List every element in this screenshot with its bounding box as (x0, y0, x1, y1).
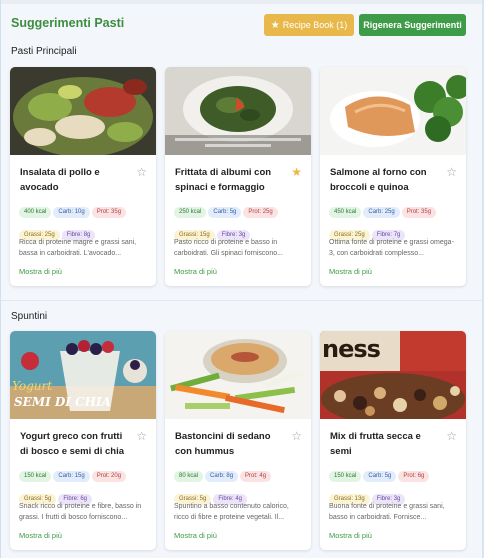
meal-description: Snack ricco di proteine e fibre, basso i… (19, 503, 142, 521)
meal-image: ness (320, 331, 466, 419)
meal-title: Frittata di albumi con spinaci e formagg… (175, 167, 272, 193)
meal-image (165, 67, 311, 155)
meal-image (165, 331, 311, 419)
top-strip (0, 0, 484, 4)
kcal-badge: 150 kcal (19, 471, 52, 482)
kcal-badge: 80 kcal (174, 471, 204, 482)
meal-card[interactable]: Frittata di albumi con spinaci e formagg… (165, 67, 311, 286)
kcal-badge: 450 kcal (329, 207, 362, 218)
meal-title: Yogurt greco con frutti di bosco e semi … (20, 431, 125, 457)
protein-badge: Prot: 6g (398, 471, 430, 482)
meal-title: Salmone al forno con broccoli e quinoa (330, 167, 427, 193)
section-divider (0, 300, 484, 301)
star-icon: ★ (270, 19, 280, 31)
protein-badge: Prot: 35g (401, 207, 437, 218)
protein-badge: Prot: 4g (240, 471, 272, 482)
meal-card[interactable]: Salmone al forno con broccoli e quinoa ☆… (320, 67, 466, 286)
show-more-link[interactable]: Mostra di più (174, 267, 217, 276)
meal-description: Ricca di proteine magre e grassi sani, b… (19, 239, 137, 257)
carb-badge: Carb: 25g (363, 207, 400, 218)
favorite-star-icon[interactable]: ★ (291, 165, 302, 179)
carb-badge: Carb: 8g (205, 471, 239, 482)
image-overlay-big: ness (322, 335, 381, 363)
kcal-badge: 150 kcal (329, 471, 362, 482)
meal-image (320, 67, 466, 155)
recipe-book-button[interactable]: ★ Recipe Book (1) (264, 14, 354, 36)
carb-badge: Carb: 5g (208, 207, 242, 218)
protein-badge: Prot: 35g (91, 207, 127, 218)
image-overlay-small: Yogurt (12, 379, 53, 393)
recipe-book-label: Recipe Book (1) (282, 20, 348, 30)
image-overlay-big: SEMI DI CHIA (14, 395, 111, 409)
meal-description: Pasto ricco di proteine e basso in carbo… (174, 239, 283, 257)
section-title-main-meals: Pasti Principali (11, 46, 77, 57)
meal-card[interactable]: Insalata di pollo e avocado ☆ 400 kcal Ca… (10, 67, 156, 286)
meal-card[interactable]: Bastoncini di sedano con hummus ☆ 80 kca… (165, 331, 311, 550)
show-more-link[interactable]: Mostra di più (19, 267, 62, 276)
meal-card[interactable]: Yogurt SEMI DI CHIA Yogurt greco con fru… (10, 331, 156, 550)
header: Suggerimenti Pasti ★ Recipe Book (1) Rig… (0, 6, 484, 42)
kcal-badge: 400 kcal (19, 207, 52, 218)
page-title: Suggerimenti Pasti (11, 16, 125, 30)
favorite-star-icon[interactable]: ☆ (446, 165, 457, 179)
meal-title: Bastoncini di sedano con hummus (175, 431, 271, 457)
meal-image: Yogurt SEMI DI CHIA (10, 331, 156, 419)
meal-image (10, 67, 156, 155)
show-more-link[interactable]: Mostra di più (174, 531, 217, 540)
protein-badge: Prot: 25g (243, 207, 278, 218)
regenerate-button[interactable]: Rigenera Suggerimenti (359, 14, 466, 36)
meal-card[interactable]: ness Mix di frutta secca e semi ☆ 150 kc… (320, 331, 466, 550)
kcal-badge: 250 kcal (174, 207, 207, 218)
carb-badge: Carb: 15g (53, 471, 90, 482)
show-more-link[interactable]: Mostra di più (329, 531, 372, 540)
section-title-snacks: Spuntini (11, 311, 48, 322)
carb-badge: Carb: 5g (363, 471, 397, 482)
favorite-star-icon[interactable]: ☆ (136, 165, 147, 179)
meal-title: Mix di frutta secca e semi (330, 431, 421, 457)
show-more-link[interactable]: Mostra di più (19, 531, 62, 540)
meal-description: Buona fonte di proteine e grassi sani, b… (329, 503, 445, 521)
meal-description: Ottima fonte di proteine e grassi omega-… (329, 239, 454, 257)
favorite-star-icon[interactable]: ☆ (446, 429, 457, 443)
carb-badge: Carb: 10g (53, 207, 90, 218)
favorite-star-icon[interactable]: ☆ (136, 429, 147, 443)
meal-description: Spuntino a basso contenuto calorico, ric… (174, 503, 289, 521)
favorite-star-icon[interactable]: ☆ (291, 429, 302, 443)
show-more-link[interactable]: Mostra di più (329, 267, 372, 276)
frame-border (0, 0, 1, 558)
protein-badge: Prot: 20g (91, 471, 127, 482)
meal-title: Insalata di pollo e avocado (20, 167, 100, 193)
